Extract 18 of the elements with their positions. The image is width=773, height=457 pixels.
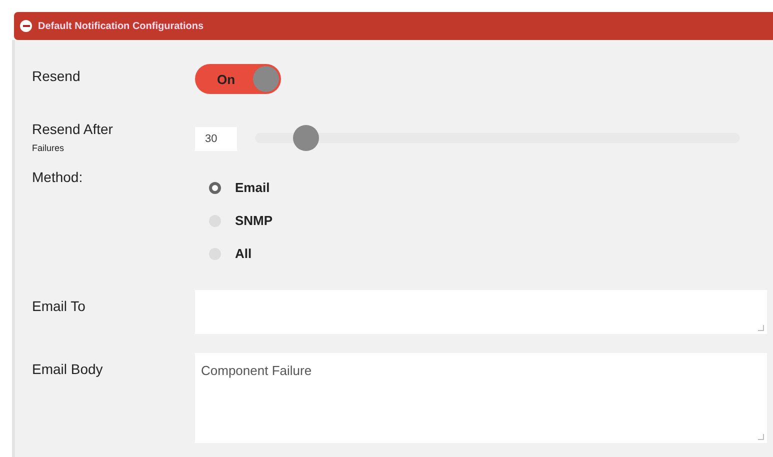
field-label: Resend After (32, 121, 114, 137)
radio-label[interactable]: SNMP (235, 213, 273, 228)
field-sublabel: Failures (32, 143, 66, 153)
field-label: Email Body (32, 361, 103, 377)
panel-title: Default Notification Configurations (38, 20, 204, 32)
number-field[interactable]: 30 (195, 127, 237, 151)
toggle-switch[interactable]: On (195, 64, 281, 94)
slider-thumb[interactable] (293, 125, 320, 151)
panel-header[interactable]: Default Notification Configurations (14, 12, 773, 40)
field-label: Method: (32, 169, 83, 185)
field-label: Email To (32, 298, 86, 314)
collapse-icon[interactable] (20, 20, 32, 32)
field-label: Resend (32, 68, 80, 84)
email-body-field[interactable]: Component Failure (195, 353, 767, 443)
radio-label[interactable]: Email (235, 180, 270, 195)
email-to-field[interactable] (195, 290, 767, 334)
radio-button[interactable] (209, 182, 221, 194)
radio-label[interactable]: All (235, 246, 252, 261)
